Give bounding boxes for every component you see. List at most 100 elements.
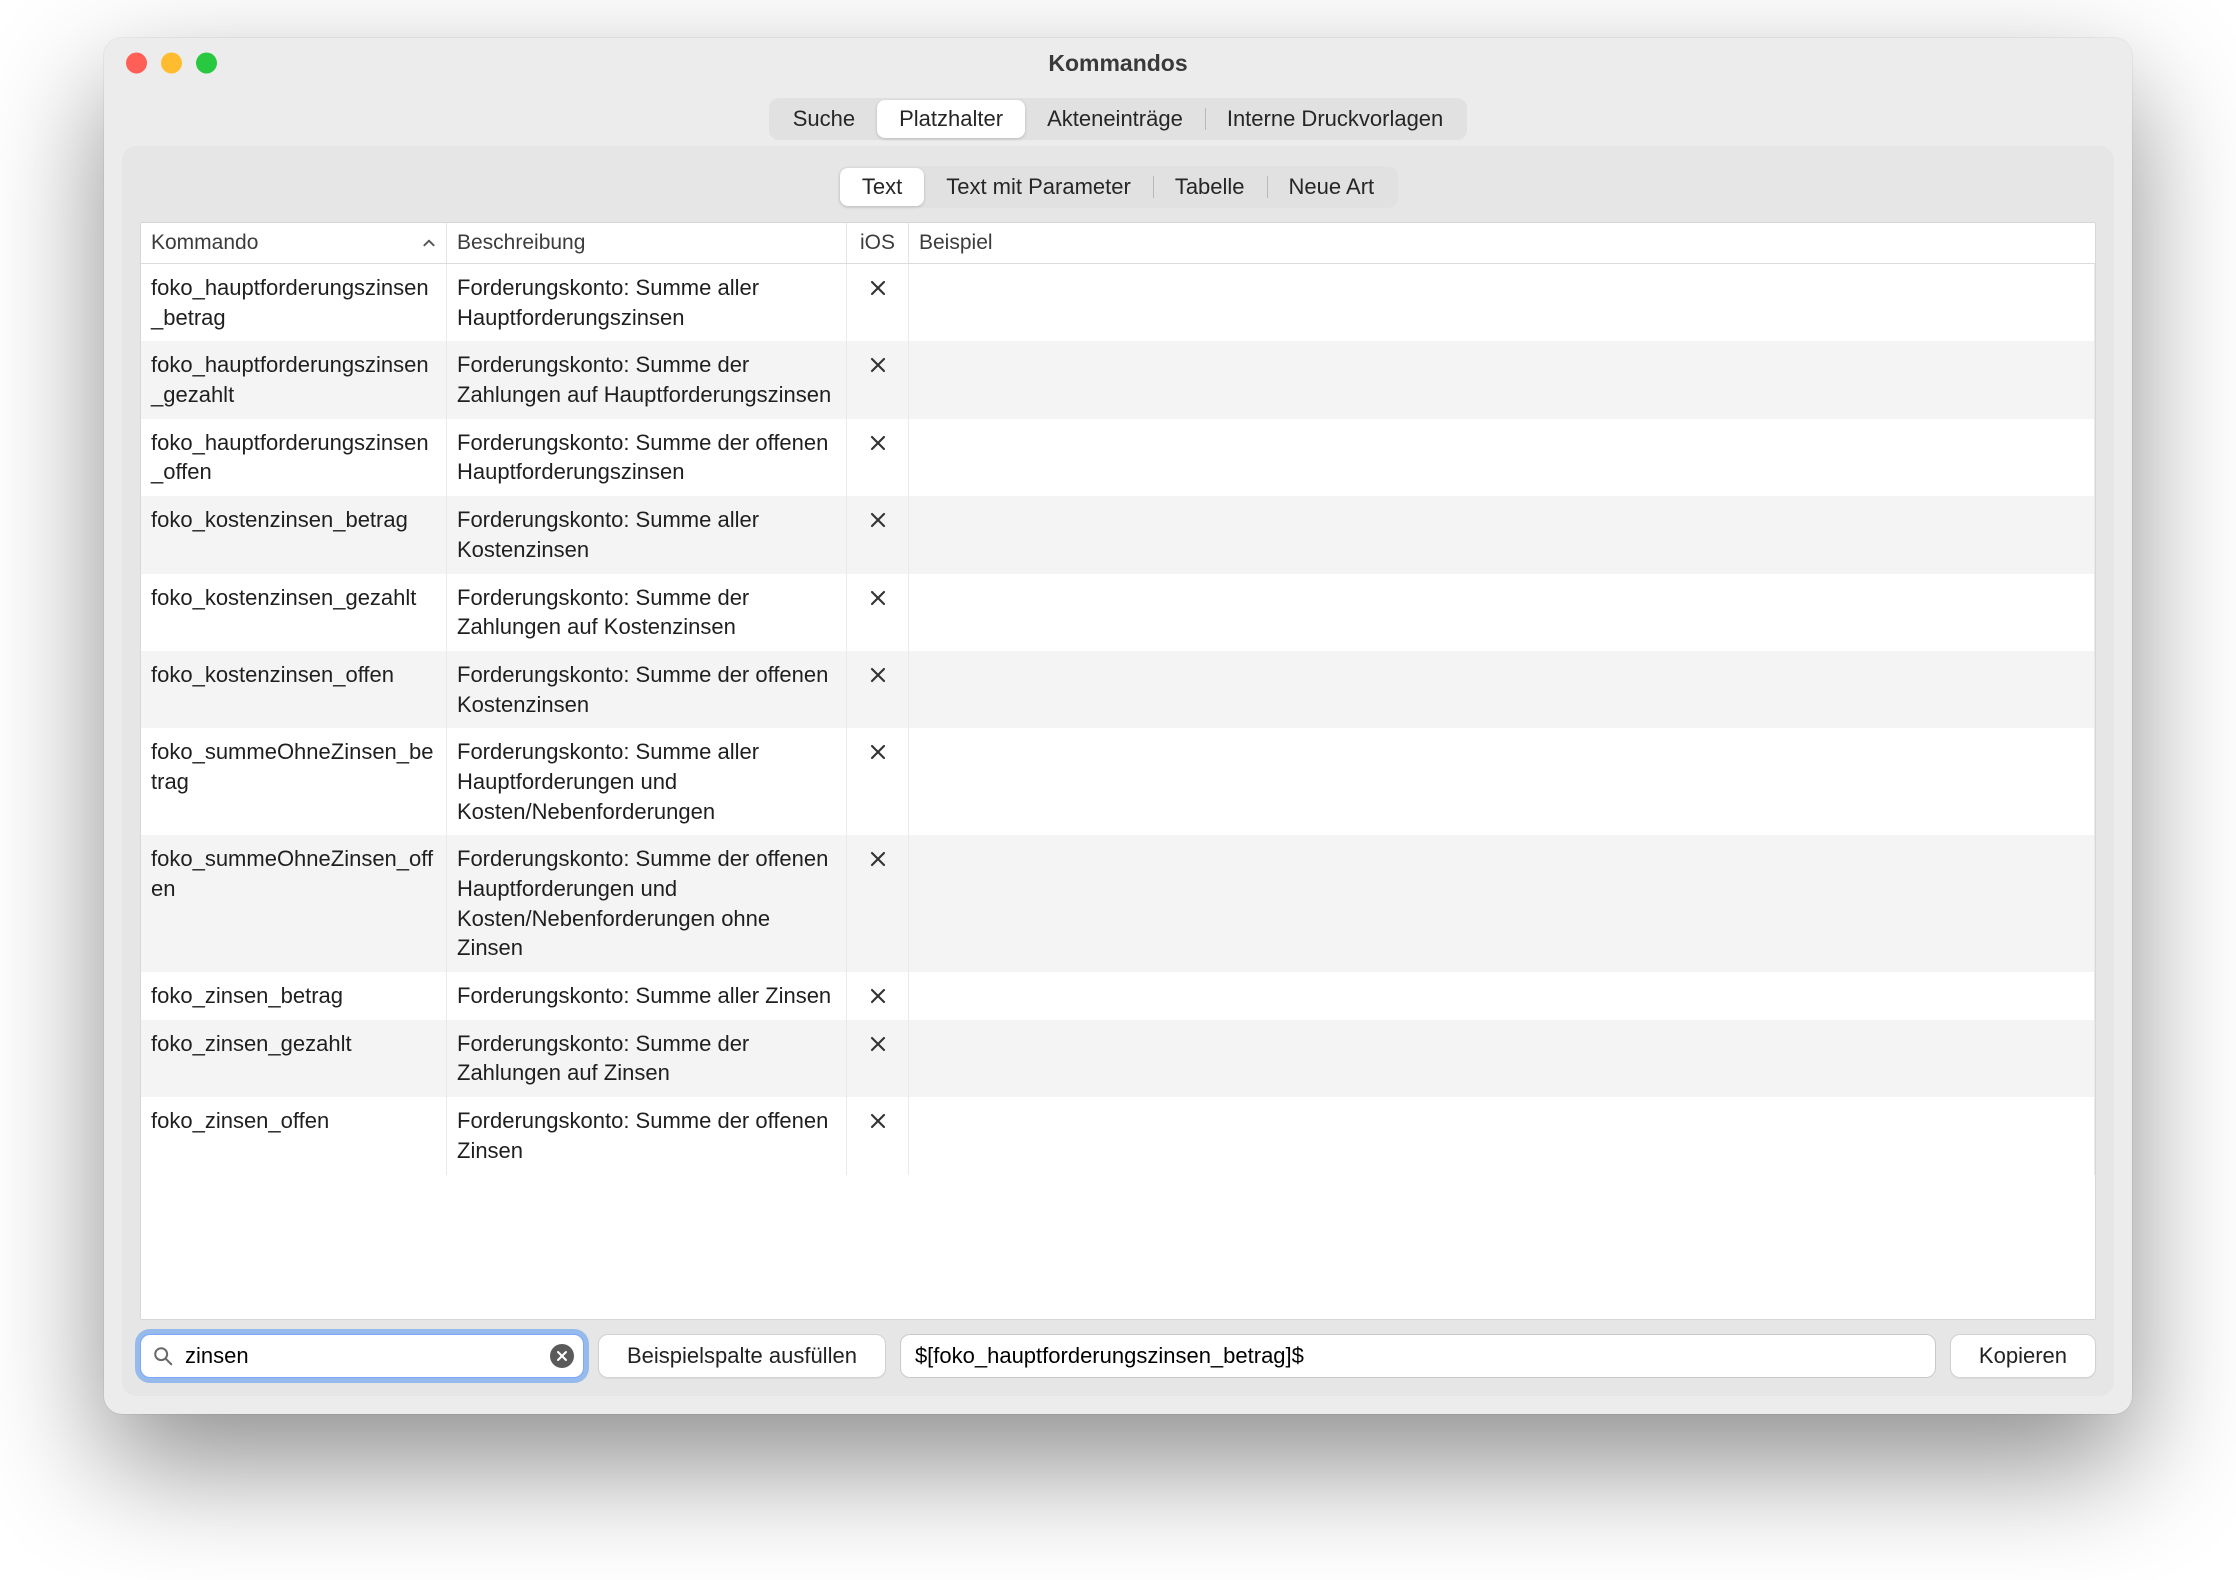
x-icon (870, 1030, 886, 1046)
cell-beschreibung: Forderungskonto: Summe der Zahlungen auf… (447, 574, 847, 651)
cell-beschreibung: Forderungskonto: Summe der offenen Koste… (447, 651, 847, 728)
table-row[interactable]: foko_summeOhneZinsen_offenForderungskont… (141, 835, 2095, 972)
result-box (900, 1334, 1936, 1378)
table-row[interactable]: foko_hauptforderungszinsen_offenForderun… (141, 419, 2095, 496)
x-icon (870, 661, 886, 677)
cell-kommando: foko_kostenzinsen_offen (141, 651, 447, 728)
cell-beispiel (909, 1020, 2095, 1097)
col-ios-label: iOS (860, 231, 895, 255)
subtab-tabelle[interactable]: Tabelle (1153, 168, 1267, 206)
x-icon (870, 584, 886, 600)
cell-ios (847, 1097, 909, 1174)
col-beispiel[interactable]: Beispiel (909, 223, 2095, 263)
cell-beispiel (909, 651, 2095, 728)
content-panel: TextText mit ParameterTabelleNeue Art Ko… (122, 146, 2114, 1396)
tab-interne-druckvorlagen[interactable]: Interne Druckvorlagen (1205, 100, 1465, 138)
cell-ios (847, 651, 909, 728)
chevron-up-icon (422, 236, 436, 250)
table-body[interactable]: foko_hauptforderungszinsen_betragForderu… (141, 264, 2095, 1319)
col-ios[interactable]: iOS (847, 223, 909, 263)
zoom-button[interactable] (196, 53, 217, 74)
cell-kommando: foko_hauptforderungszinsen_offen (141, 419, 447, 496)
subtab-neue-art[interactable]: Neue Art (1267, 168, 1397, 206)
table-row[interactable]: foko_kostenzinsen_gezahltForderungskonto… (141, 574, 2095, 651)
table-row[interactable]: foko_zinsen_betragForderungskonto: Summe… (141, 972, 2095, 1020)
minimize-button[interactable] (161, 53, 182, 74)
table-row[interactable]: foko_zinsen_gezahltForderungskonto: Summ… (141, 1020, 2095, 1097)
table-row[interactable]: foko_kostenzinsen_betragForderungskonto:… (141, 496, 2095, 573)
table-row[interactable]: foko_hauptforderungszinsen_betragForderu… (141, 264, 2095, 341)
secondary-tabs: TextText mit ParameterTabelleNeue Art (140, 164, 2096, 222)
table-row[interactable]: foko_summeOhneZinsen_betragForderungskon… (141, 728, 2095, 835)
x-icon (870, 429, 886, 445)
x-icon (870, 982, 886, 998)
fill-example-button[interactable]: Beispielspalte ausfüllen (598, 1334, 886, 1378)
cell-beschreibung: Forderungskonto: Summe der offenen Haupt… (447, 835, 847, 972)
cell-beschreibung: Forderungskonto: Summe der offenen Haupt… (447, 419, 847, 496)
cell-kommando: foko_zinsen_offen (141, 1097, 447, 1174)
cell-beispiel (909, 574, 2095, 651)
cell-kommando: foko_hauptforderungszinsen_betrag (141, 264, 447, 341)
table-row[interactable]: foko_kostenzinsen_offenForderungskonto: … (141, 651, 2095, 728)
x-icon (870, 845, 886, 861)
cell-ios (847, 1020, 909, 1097)
x-icon (870, 351, 886, 367)
cell-beispiel (909, 341, 2095, 418)
titlebar: Kommandos (104, 38, 2132, 88)
tab-platzhalter[interactable]: Platzhalter (877, 100, 1025, 138)
cell-beschreibung: Forderungskonto: Summe aller Hauptforder… (447, 728, 847, 835)
cell-ios (847, 496, 909, 573)
col-beispiel-label: Beispiel (919, 231, 993, 255)
col-kommando[interactable]: Kommando (141, 223, 447, 263)
cell-beschreibung: Forderungskonto: Summe der offenen Zinse… (447, 1097, 847, 1174)
x-icon (870, 274, 886, 290)
cell-kommando: foko_summeOhneZinsen_offen (141, 835, 447, 972)
cell-beschreibung: Forderungskonto: Summe aller Hauptforder… (447, 264, 847, 341)
cell-kommando: foko_hauptforderungszinsen_gezahlt (141, 341, 447, 418)
cell-ios (847, 419, 909, 496)
table-header: Kommando Beschreibung iOS Beispiel (141, 223, 2095, 264)
cell-kommando: foko_kostenzinsen_betrag (141, 496, 447, 573)
bottom-toolbar: Beispielspalte ausfüllen Kopieren (140, 1334, 2096, 1378)
window-controls (126, 53, 217, 74)
cell-beschreibung: Forderungskonto: Summe der Zahlungen auf… (447, 341, 847, 418)
col-beschreibung-label: Beschreibung (457, 231, 585, 255)
close-button[interactable] (126, 53, 147, 74)
search-box (140, 1334, 584, 1378)
x-icon (870, 738, 886, 754)
cell-ios (847, 728, 909, 835)
cell-ios (847, 264, 909, 341)
cell-beispiel (909, 835, 2095, 972)
cell-kommando: foko_zinsen_betrag (141, 972, 447, 1020)
copy-button[interactable]: Kopieren (1950, 1334, 2096, 1378)
cell-kommando: foko_kostenzinsen_gezahlt (141, 574, 447, 651)
window: Kommandos SuchePlatzhalterAkteneinträgeI… (104, 38, 2132, 1414)
table-row[interactable]: foko_zinsen_offenForderungskonto: Summe … (141, 1097, 2095, 1174)
result-input[interactable] (900, 1334, 1936, 1378)
cell-beispiel (909, 728, 2095, 835)
cell-ios (847, 835, 909, 972)
subtab-text[interactable]: Text (840, 168, 924, 206)
x-icon (870, 1107, 886, 1123)
cell-kommando: foko_summeOhneZinsen_betrag (141, 728, 447, 835)
cell-ios (847, 972, 909, 1020)
subtab-text-mit-parameter[interactable]: Text mit Parameter (924, 168, 1153, 206)
cell-beispiel (909, 972, 2095, 1020)
cell-ios (847, 341, 909, 418)
cell-beschreibung: Forderungskonto: Summe aller Kostenzinse… (447, 496, 847, 573)
primary-tabs: SuchePlatzhalterAkteneinträgeInterne Dru… (104, 88, 2132, 146)
tab-suche[interactable]: Suche (771, 100, 877, 138)
cell-beispiel (909, 1097, 2095, 1174)
search-input[interactable] (140, 1334, 584, 1378)
cell-beispiel (909, 419, 2095, 496)
window-title: Kommandos (104, 50, 2132, 77)
col-beschreibung[interactable]: Beschreibung (447, 223, 847, 263)
search-icon (152, 1345, 174, 1367)
cell-beispiel (909, 264, 2095, 341)
tab-akteneinträge[interactable]: Akteneinträge (1025, 100, 1205, 138)
clear-search-button[interactable] (550, 1344, 574, 1368)
cell-beispiel (909, 496, 2095, 573)
cell-kommando: foko_zinsen_gezahlt (141, 1020, 447, 1097)
table-row[interactable]: foko_hauptforderungszinsen_gezahltForder… (141, 341, 2095, 418)
cell-ios (847, 574, 909, 651)
